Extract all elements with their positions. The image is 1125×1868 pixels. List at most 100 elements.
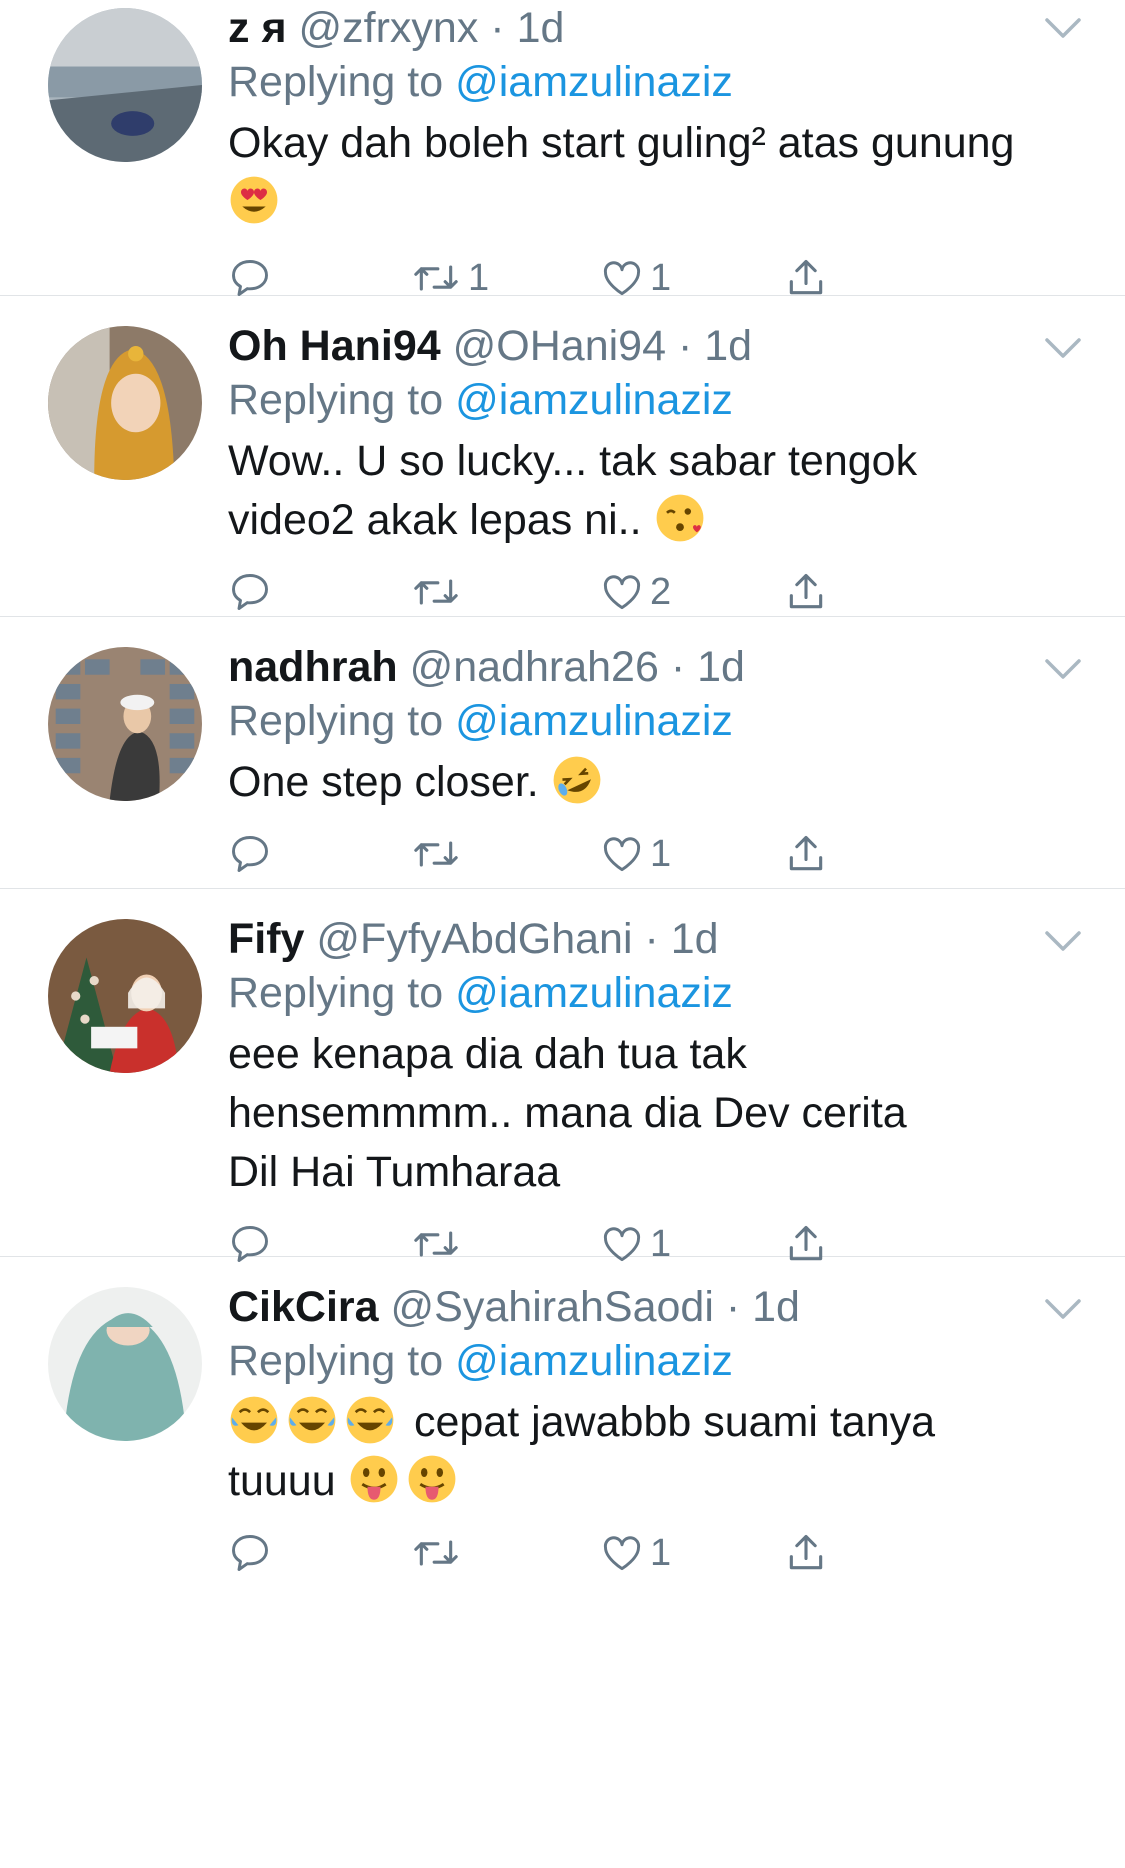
display-name[interactable]: z я	[228, 4, 287, 52]
avatar[interactable]	[48, 8, 202, 162]
retweet-button[interactable]	[410, 826, 468, 882]
share-button[interactable]	[784, 1525, 828, 1581]
tweet[interactable]: z я @zfrxynx · 1d Replying to @iamzulina…	[0, 0, 1125, 299]
like-button[interactable]: 1	[600, 826, 671, 882]
reply-button[interactable]	[228, 1525, 272, 1581]
tweet-text-body: One step closer.	[228, 758, 539, 806]
retweet-icon	[414, 1540, 458, 1566]
rofl-emoji	[551, 754, 603, 806]
tweet[interactable]: nadhrah @nadhrah26 · 1d Replying to @iam…	[0, 617, 1125, 889]
user-handle[interactable]: @FyfyAbdGhani	[316, 915, 632, 963]
heart-icon	[603, 575, 641, 610]
replying-to: Replying to @iamzulinaziz	[228, 965, 1075, 1021]
reply-icon	[232, 836, 268, 872]
display-name[interactable]: nadhrah	[228, 643, 398, 691]
separator: ·	[725, 1283, 741, 1331]
like-count: 1	[650, 1531, 672, 1574]
like-button[interactable]: 2	[600, 564, 671, 620]
replying-prefix: Replying to	[228, 969, 444, 1017]
replying-prefix: Replying to	[228, 697, 444, 745]
avatar[interactable]	[48, 1287, 202, 1441]
reply-feed: z я @zfrxynx · 1d Replying to @iamzulina…	[0, 0, 1125, 1868]
like-count: 1	[650, 256, 672, 299]
mention-link[interactable]: @iamzulinaziz	[455, 697, 733, 745]
tweet-header: CikCira @SyahirahSaodi · 1d	[228, 1281, 1075, 1333]
chevron-down-icon[interactable]	[1043, 655, 1083, 683]
tongue-emoji	[348, 1453, 400, 1505]
joy-emoji	[286, 1394, 338, 1446]
heart-icon	[603, 261, 641, 296]
timestamp[interactable]: 1d	[697, 643, 745, 691]
tweet[interactable]: Fify @FyfyAbdGhani · 1d Replying to @iam…	[0, 889, 1125, 1265]
heart-icon	[603, 837, 641, 872]
retweet-icon	[414, 579, 458, 605]
retweet-button[interactable]	[410, 564, 468, 620]
heart-icon	[603, 1536, 641, 1571]
like-count: 1	[650, 832, 672, 875]
display-name[interactable]: CikCira	[228, 1283, 379, 1331]
tweet-text: eee kenapa dia dah tua tak hensemmmm.. m…	[228, 1025, 948, 1202]
replying-to: Replying to @iamzulinaziz	[228, 1333, 1075, 1389]
tongue-emoji	[406, 1453, 458, 1505]
chevron-down-icon[interactable]	[1043, 334, 1083, 362]
tweet-text: Wow.. U so lucky... tak sabar tengok vid…	[228, 432, 968, 550]
retweet-button[interactable]	[410, 1525, 468, 1581]
replying-to: Replying to @iamzulinaziz	[228, 693, 1075, 749]
tweet-header: nadhrah @nadhrah26 · 1d	[228, 641, 1075, 693]
tweet-text: cepat jawabbb suami tanya tuuuu	[228, 1393, 1028, 1511]
mention-link[interactable]: @iamzulinaziz	[455, 376, 733, 424]
user-handle[interactable]: @zfrxynx	[299, 4, 479, 52]
user-handle[interactable]: @OHani94	[453, 322, 666, 370]
tweet-header: z я @zfrxynx · 1d	[228, 2, 1075, 54]
mention-link[interactable]: @iamzulinaziz	[455, 58, 733, 106]
like-button[interactable]: 1	[600, 1525, 671, 1581]
tweet[interactable]: CikCira @SyahirahSaodi · 1d Replying to …	[0, 1257, 1125, 1868]
kiss-wink-emoji	[654, 492, 706, 544]
reply-icon	[232, 260, 268, 296]
replying-prefix: Replying to	[228, 376, 444, 424]
chevron-down-icon[interactable]	[1043, 927, 1083, 955]
avatar[interactable]	[48, 326, 202, 480]
timestamp[interactable]: 1d	[752, 1283, 800, 1331]
display-name[interactable]: Fify	[228, 915, 304, 963]
replying-to: Replying to @iamzulinaziz	[228, 54, 1075, 110]
tweet-text: Okay dah boleh start guling² atas gunung	[228, 114, 1075, 232]
avatar[interactable]	[48, 919, 202, 1073]
tweet-text: One step closer.	[228, 753, 1075, 812]
retweet-icon	[414, 265, 458, 291]
replying-prefix: Replying to	[228, 1337, 444, 1385]
reply-button[interactable]	[228, 564, 272, 620]
chevron-down-icon[interactable]	[1043, 14, 1083, 42]
tweet-text-body: Okay dah boleh start guling² atas gunung	[228, 119, 1015, 167]
mention-link[interactable]: @iamzulinaziz	[455, 1337, 733, 1385]
timestamp[interactable]: 1d	[517, 4, 565, 52]
tweet[interactable]: Oh Hani94 @OHani94 · 1d Replying to @iam…	[0, 296, 1125, 617]
mention-link[interactable]: @iamzulinaziz	[455, 969, 733, 1017]
separator: ·	[644, 915, 659, 963]
share-button[interactable]	[784, 826, 828, 882]
chevron-down-icon[interactable]	[1043, 1295, 1083, 1323]
tweet-header: Oh Hani94 @OHani94 · 1d	[228, 320, 1075, 372]
share-icon	[789, 259, 823, 295]
reply-icon	[232, 574, 268, 610]
joy-emoji	[344, 1394, 396, 1446]
avatar[interactable]	[48, 647, 202, 801]
user-handle[interactable]: @nadhrah26	[410, 643, 659, 691]
timestamp[interactable]: 1d	[671, 915, 719, 963]
replying-prefix: Replying to	[228, 58, 444, 106]
tweet-actions: 1	[228, 1525, 1075, 1605]
tweet-text-body: Wow.. U so lucky... tak sabar tengok vid…	[228, 437, 918, 544]
display-name[interactable]: Oh Hani94	[228, 322, 441, 370]
retweet-count: 1	[468, 256, 490, 299]
separator: ·	[490, 4, 505, 52]
reply-button[interactable]	[228, 826, 272, 882]
user-handle[interactable]: @SyahirahSaodi	[391, 1283, 714, 1331]
like-count: 2	[650, 570, 672, 613]
timestamp[interactable]: 1d	[704, 322, 752, 370]
reply-icon	[232, 1535, 268, 1571]
joy-emoji	[228, 1394, 280, 1446]
tweet-text-body: eee kenapa dia dah tua tak hensemmmm.. m…	[228, 1030, 907, 1196]
share-icon	[789, 573, 823, 609]
share-button[interactable]	[784, 564, 828, 620]
tweet-header: Fify @FyfyAbdGhani · 1d	[228, 913, 1075, 965]
